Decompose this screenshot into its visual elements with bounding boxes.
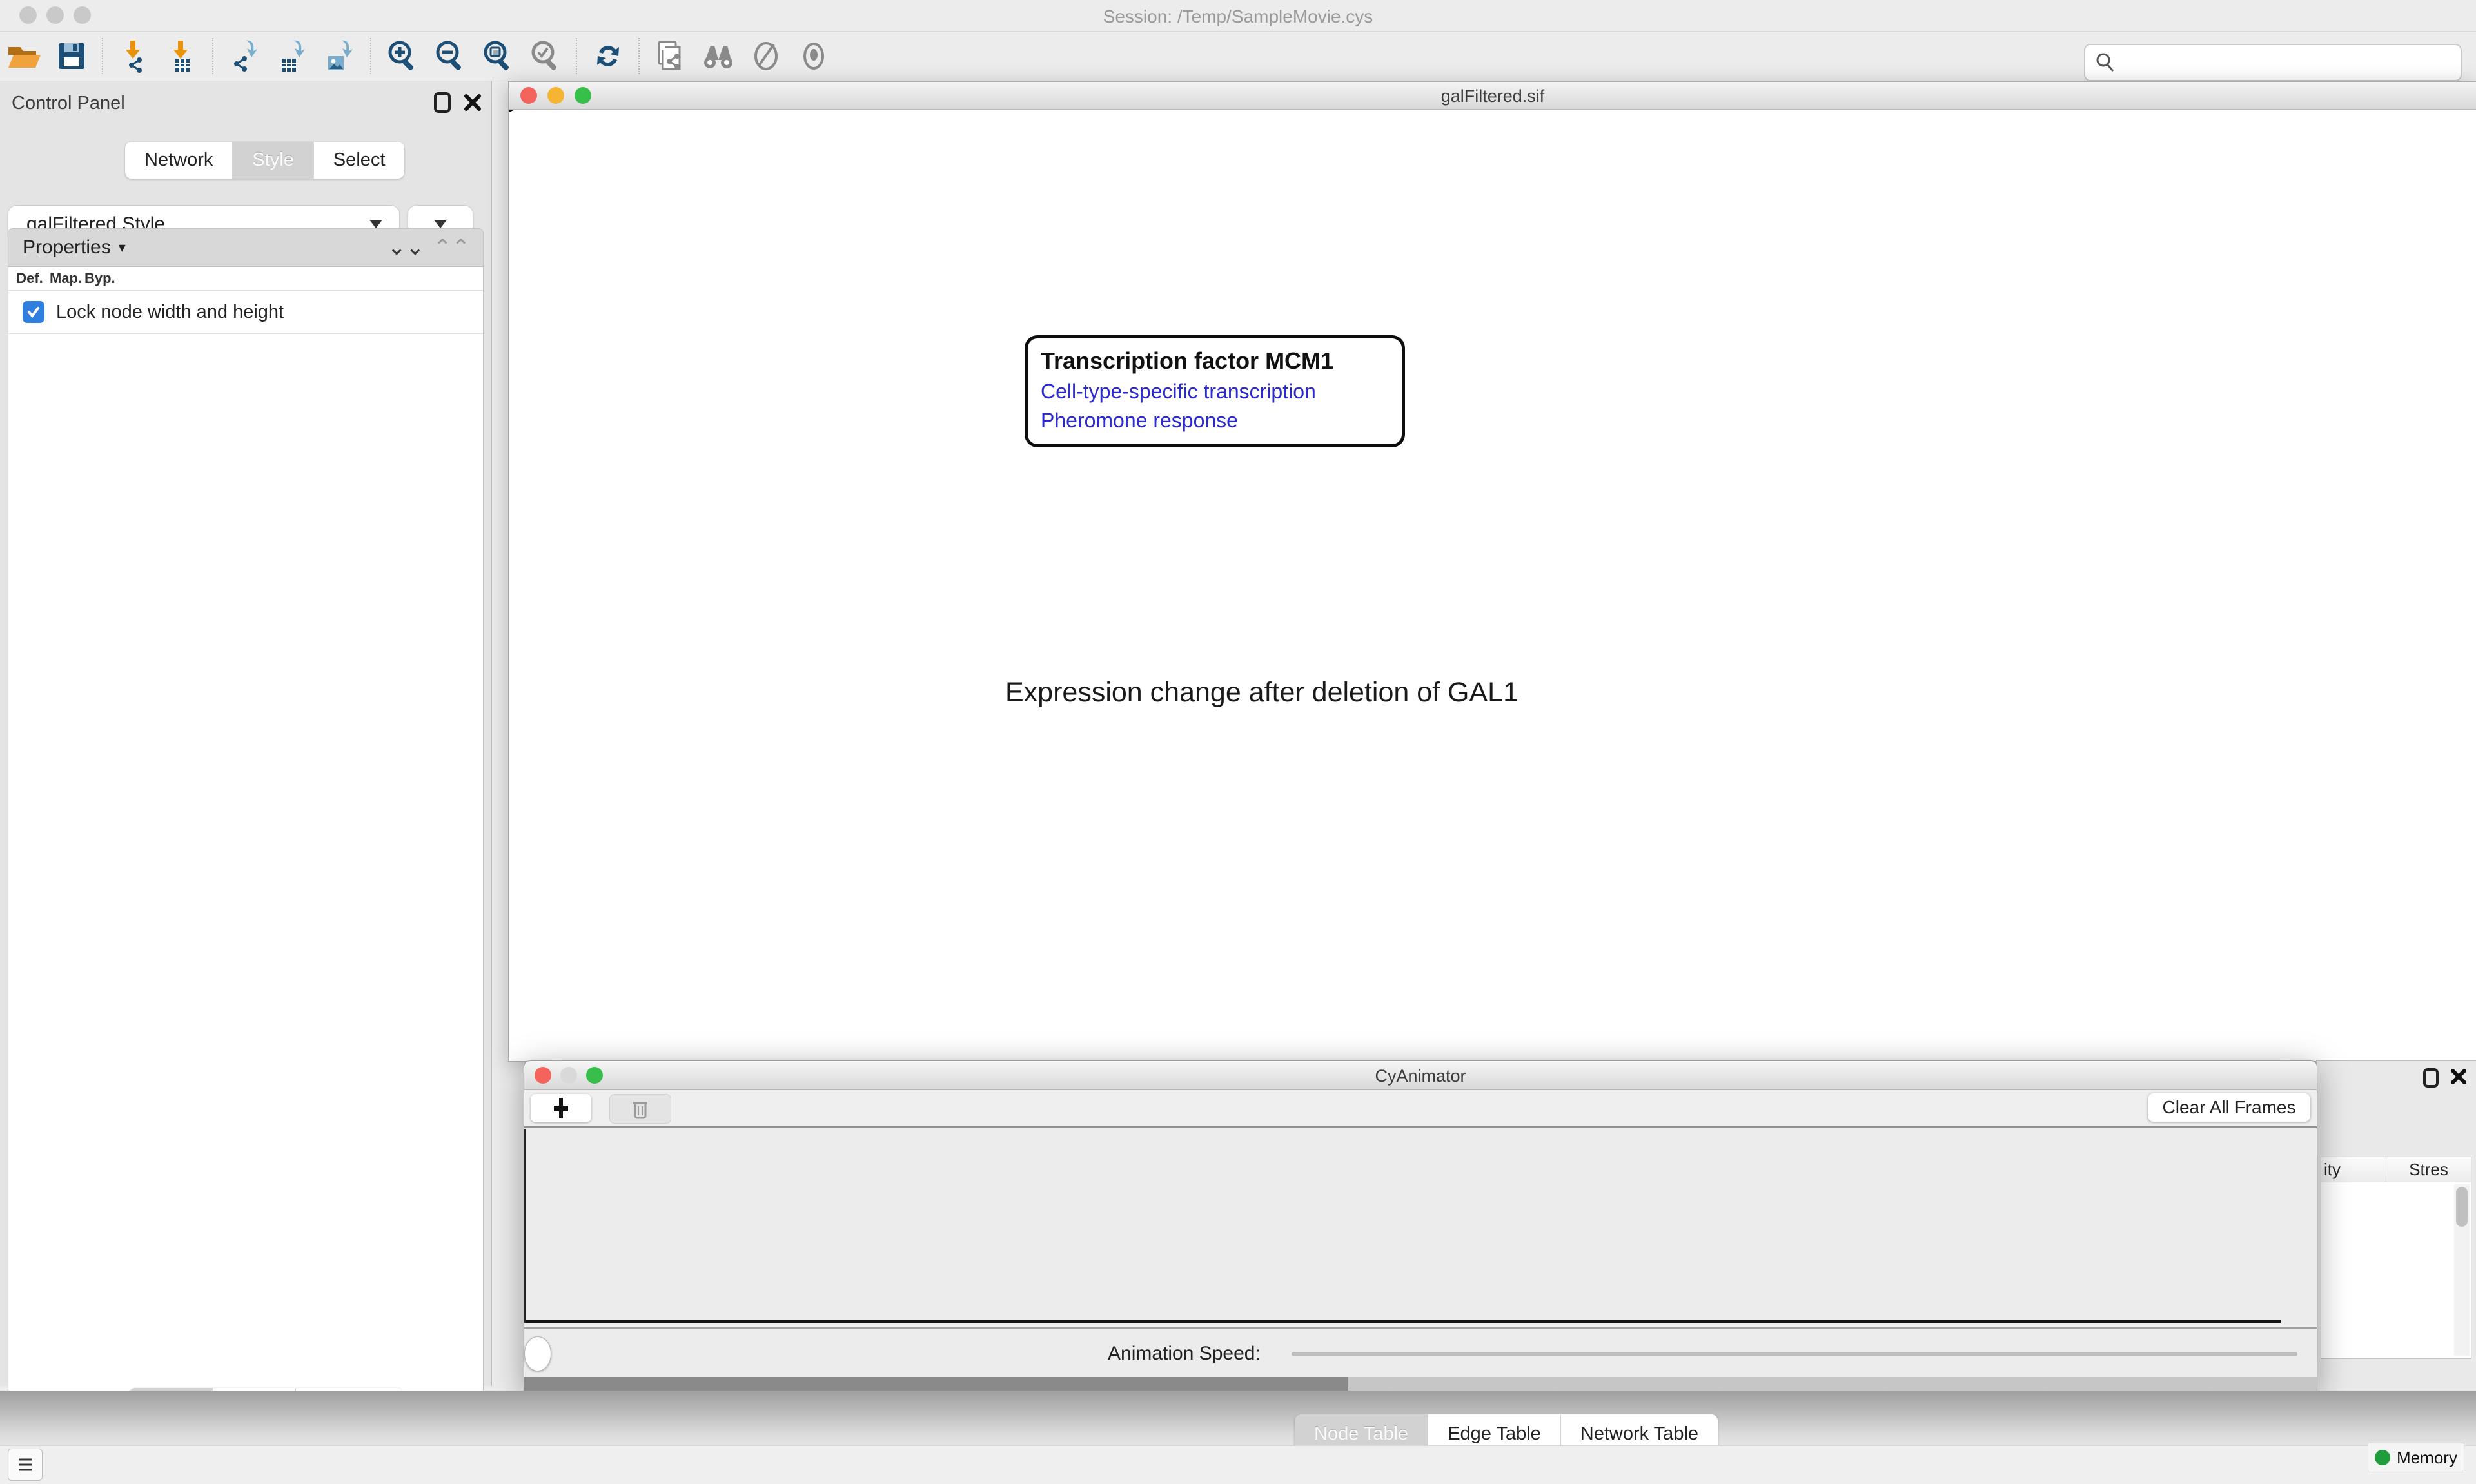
close-panel-icon[interactable] — [2450, 1068, 2468, 1086]
timeline-playhead[interactable] — [524, 1129, 526, 1323]
toolbar-separator — [102, 38, 104, 74]
memory-label: Memory — [2397, 1448, 2457, 1468]
network-window: galFiltered.sif Transcription factor MCM… — [508, 81, 2476, 1062]
status-bar: Memory — [0, 1445, 2476, 1484]
toolbar-separator — [212, 38, 214, 74]
toolbar-separator — [370, 38, 372, 74]
annotation-link-1[interactable]: Cell-type-specific transcription — [1041, 380, 1389, 404]
panel-menu-button[interactable] — [8, 1449, 43, 1481]
results-table[interactable]: ity Stres — [2321, 1157, 2471, 1359]
control-panel: Control Panel NetworkStyleSelect galFilt… — [0, 81, 492, 1386]
zoom-selected-button[interactable] — [522, 35, 569, 77]
export-table-button[interactable] — [268, 35, 316, 77]
delete-frame-button[interactable] — [609, 1094, 671, 1124]
save-button[interactable] — [48, 35, 95, 77]
results-scrollbar[interactable] — [2454, 1184, 2470, 1356]
cyanimator-controls: Animation Speed: — [524, 1327, 2317, 1377]
list-icon — [16, 1456, 34, 1473]
zoom-fit-button[interactable] — [474, 35, 522, 77]
animation-speed-slider[interactable] — [1292, 1352, 2297, 1356]
toolbar-separator — [576, 38, 578, 74]
scrollbar-thumb[interactable] — [524, 1377, 1348, 1391]
hide-button[interactable] — [742, 35, 790, 77]
memory-status-icon — [2375, 1450, 2390, 1465]
animation-speed-thumb[interactable] — [524, 1336, 551, 1371]
zoom-in-button[interactable] — [378, 35, 426, 77]
chevron-down-icon — [369, 220, 382, 228]
properties-column-headers: Def. Map. Byp. — [8, 267, 483, 291]
lock-node-size-row[interactable]: Lock node width and height — [8, 291, 483, 334]
export-image-button[interactable] — [316, 35, 364, 77]
close-panel-icon[interactable] — [463, 93, 482, 112]
cyanimator-window: CyAnimator Clear All Frames Seconds Anim… — [524, 1060, 2317, 1392]
lock-node-size-label: Lock node width and height — [56, 302, 284, 323]
clear-all-frames-button[interactable]: Clear All Frames — [2148, 1093, 2310, 1122]
toolbar-separator — [638, 38, 640, 74]
column-header-byp: Byp. — [84, 270, 114, 287]
show-button[interactable] — [790, 35, 838, 77]
plus-icon — [551, 1097, 571, 1120]
collapse-all-icon[interactable]: ⌃⌃ — [433, 235, 470, 260]
properties-card: Properties ▾ ⌄⌄⌃⌃ Def.Map.Byp. Lock node… — [8, 228, 484, 1454]
screen: Session: /Temp/SampleMovie.cys Control P… — [0, 0, 2476, 1484]
cyanimator-titlebar[interactable]: CyAnimator — [524, 1061, 2317, 1090]
cyanimator-timeline[interactable]: Seconds — [524, 1128, 2317, 1325]
tab-select[interactable]: Select — [314, 142, 405, 179]
trash-icon — [632, 1098, 649, 1120]
column-header-def: Def. — [15, 270, 44, 287]
checkbox-checked-icon[interactable] — [23, 301, 44, 323]
open-folder-button[interactable] — [0, 35, 48, 77]
add-frame-button[interactable] — [531, 1094, 591, 1122]
network-caption: Expression change after deletion of GAL1 — [1005, 677, 1518, 708]
search-input[interactable] — [2123, 52, 2461, 73]
search-icon — [2094, 52, 2116, 73]
animation-speed-label: Animation Speed: — [1108, 1343, 1261, 1365]
annotation-title: Transcription factor MCM1 — [1041, 347, 1389, 375]
zoom-out-button[interactable] — [426, 35, 474, 77]
menubar: Session: /Temp/SampleMovie.cys — [0, 0, 2476, 32]
network-window-titlebar[interactable]: galFiltered.sif — [509, 82, 2476, 110]
duplicate-network-button[interactable] — [647, 35, 694, 77]
properties-header[interactable]: Properties ▾ ⌄⌄⌃⌃ — [8, 229, 483, 267]
results-panel: ity Stres — [2316, 1060, 2476, 1394]
float-panel-icon[interactable] — [2422, 1068, 2439, 1088]
mcm1-annotation[interactable]: Transcription factor MCM1 Cell-type-spec… — [1025, 335, 1405, 447]
import-table-button[interactable] — [158, 35, 206, 77]
timeline-axis — [524, 1320, 2281, 1323]
network-window-title: galFiltered.sif — [509, 86, 2476, 106]
search-box[interactable] — [2084, 44, 2462, 81]
column-header-map: Map. — [50, 270, 79, 287]
annotation-link-2[interactable]: Pheromone response — [1041, 409, 1389, 433]
cyanimator-title: CyAnimator — [524, 1066, 2317, 1086]
results-column-stress[interactable]: Stres — [2386, 1157, 2471, 1182]
memory-button[interactable]: Memory — [2368, 1443, 2464, 1472]
import-network-button[interactable] — [110, 35, 158, 77]
control-panel-tabs: NetworkStyleSelect — [125, 142, 404, 179]
session-title: Session: /Temp/SampleMovie.cys — [0, 6, 2476, 27]
tab-network[interactable]: Network — [125, 142, 233, 179]
network-canvas[interactable]: Transcription factor MCM1 Cell-type-spec… — [509, 110, 2476, 1061]
chevron-down-icon — [434, 220, 447, 228]
cyanimator-toolbar: Clear All Frames — [524, 1090, 2317, 1128]
binoculars-button[interactable] — [694, 35, 742, 77]
control-panel-title: Control Panel — [12, 93, 125, 114]
results-column-ity[interactable]: ity — [2321, 1157, 2386, 1182]
refresh-button[interactable] — [584, 35, 632, 77]
network-edges — [509, 110, 2476, 1061]
properties-title: Properties — [23, 237, 111, 259]
expand-all-icon[interactable]: ⌄⌄ — [388, 235, 424, 260]
cyanimator-scrollbar[interactable] — [524, 1377, 2317, 1391]
float-panel-icon[interactable] — [433, 92, 451, 113]
export-network-button[interactable] — [221, 35, 268, 77]
tab-style[interactable]: Style — [233, 142, 313, 179]
